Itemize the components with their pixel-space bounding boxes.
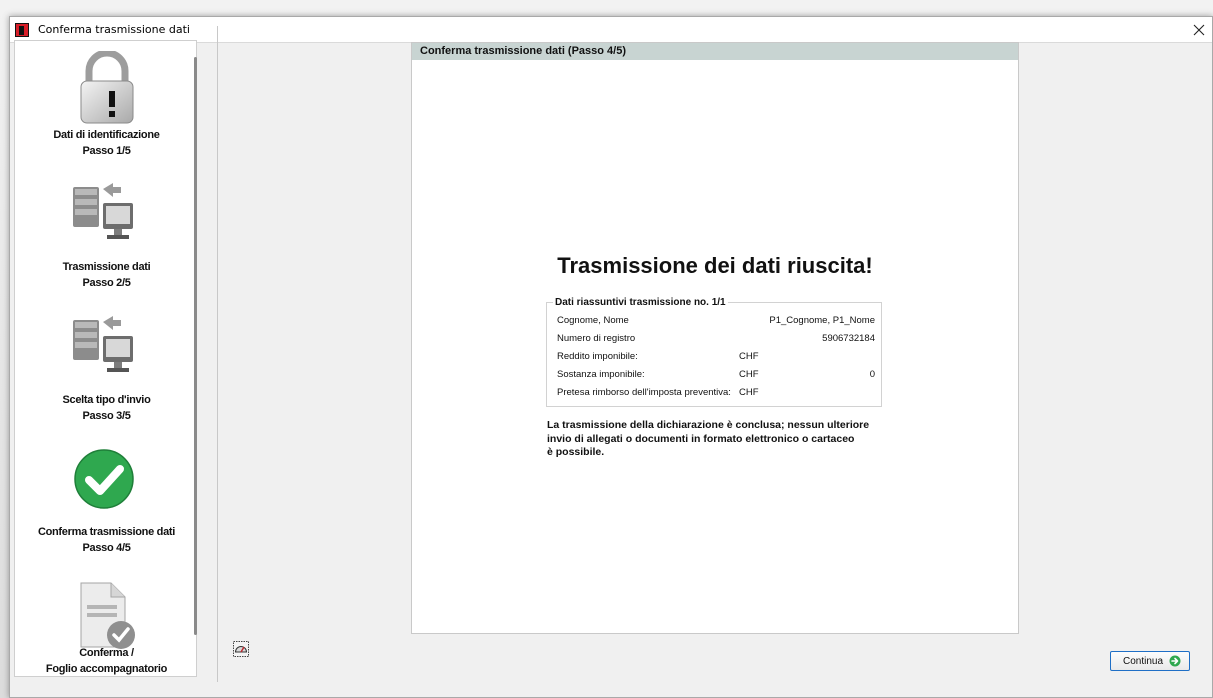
step-4-title: Conferma trasmissione dati <box>37 526 176 538</box>
summary-row: Pretesa rimborso dell'imposta preventiva… <box>557 387 875 401</box>
summary-row: Reddito imponibile: CHF <box>557 351 875 365</box>
row-value: 5906732184 <box>822 333 875 344</box>
app-logo-icon <box>15 23 29 37</box>
close-icon[interactable] <box>1188 19 1210 41</box>
continue-label: Continua <box>1123 656 1164 667</box>
step-1-subtitle: Passo 1/5 <box>82 145 131 157</box>
gauge-icon[interactable] <box>233 641 249 657</box>
summary-row: Numero di registro 5906732184 <box>557 333 875 347</box>
conclusion-line: invio di allegati o documenti in formato… <box>547 432 855 445</box>
pane-divider <box>217 26 218 682</box>
row-currency: CHF <box>739 351 759 362</box>
row-label: Cognome, Nome <box>557 315 629 326</box>
step-2-label[interactable]: Trasmissione dati Passo 2/5 <box>15 259 196 291</box>
green-check-icon <box>74 449 134 509</box>
row-currency: CHF <box>739 387 759 398</box>
step-4-subtitle: Passo 4/5 <box>82 542 131 554</box>
row-label: Reddito imponibile: <box>557 351 638 362</box>
arrow-right-icon <box>1169 655 1181 667</box>
step-5-title: Conferma / <box>79 647 134 659</box>
step-2-subtitle: Passo 2/5 <box>82 277 131 289</box>
step-5-subtitle: Foglio accompagnatorio <box>45 663 168 675</box>
step-3-subtitle: Passo 3/5 <box>82 410 131 422</box>
document-check-icon <box>80 582 135 649</box>
conclusion-line: è possibile. <box>547 446 605 458</box>
step-3-title: Scelta tipo d'invio <box>62 394 151 406</box>
transmission-summary: Dati riassuntivi trasmissione no. 1/1 Co… <box>546 297 882 407</box>
confirmation-panel: Conferma trasmissione dati (Passo 4/5) T… <box>411 42 1019 634</box>
window-title: Conferma trasmissione dati <box>38 23 190 36</box>
step-4-label[interactable]: Conferma trasmissione dati Passo 4/5 <box>15 524 196 556</box>
summary-title: Dati riassuntivi trasmissione no. 1/1 <box>553 297 728 308</box>
sidebar-scrollbar[interactable] <box>194 57 197 635</box>
row-currency: CHF <box>739 369 759 380</box>
steps-sidebar: Dati di identificazione Passo 1/5 Trasmi… <box>14 40 197 677</box>
step-2-title: Trasmissione dati <box>62 261 151 273</box>
row-value: P1_Cognome, P1_Nome <box>769 315 875 326</box>
step-5-label[interactable]: Conferma / Foglio accompagnatorio <box>15 645 196 676</box>
conclusion-line: La trasmissione della dichiarazione è co… <box>547 419 870 431</box>
summary-row: Sostanza imponibile: CHF 0 <box>557 369 875 383</box>
panel-header: Conferma trasmissione dati (Passo 4/5) <box>412 43 1018 60</box>
row-label: Pretesa rimborso dell'imposta preventiva… <box>557 387 731 398</box>
continue-button[interactable]: Continua <box>1110 651 1190 671</box>
step-1-label[interactable]: Dati di identificazione Passo 1/5 <box>15 127 196 159</box>
step-3-label[interactable]: Scelta tipo d'invio Passo 3/5 <box>15 392 196 424</box>
step-1-title: Dati di identificazione <box>53 129 160 141</box>
padlock-warning-icon <box>80 51 134 124</box>
row-value: 0 <box>869 369 875 380</box>
summary-row: Cognome, Nome P1_Cognome, P1_Nome <box>557 315 875 329</box>
server-transfer-icon <box>73 316 133 372</box>
conclusion-text: La trasmissione della dichiarazione è co… <box>547 419 887 460</box>
server-transfer-icon <box>73 183 133 239</box>
row-label: Sostanza imponibile: <box>557 369 645 380</box>
success-headline: Trasmissione dei dati riuscita! <box>557 253 873 278</box>
row-label: Numero di registro <box>557 333 636 344</box>
